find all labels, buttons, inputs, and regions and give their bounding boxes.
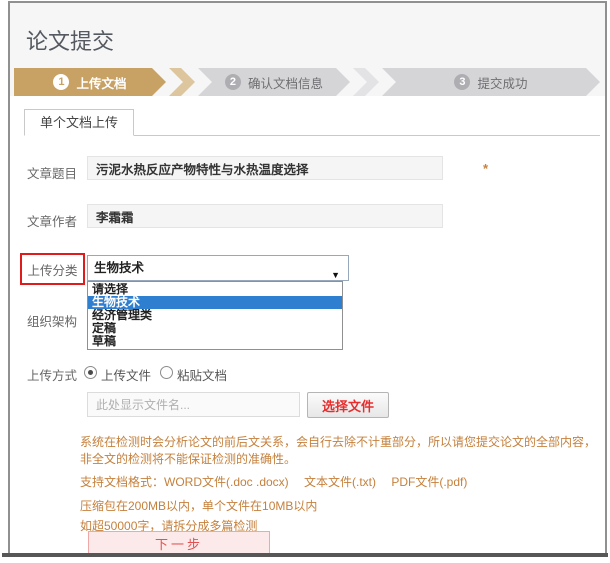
step-label: 上传文档	[76, 73, 126, 92]
step-label: 提交成功	[477, 73, 527, 92]
upload-category-label: 上传分类	[27, 260, 77, 279]
step-submit-success: 3 提交成功	[382, 68, 600, 96]
tab-single-document-upload[interactable]: 单个文档上传	[24, 109, 134, 136]
article-author-input[interactable]	[87, 204, 443, 228]
category-option[interactable]: 定稿	[88, 322, 342, 335]
bottom-edge-divider	[2, 553, 608, 557]
article-title-input[interactable]	[87, 156, 443, 180]
notice-line: 支持文档格式：WORD文件(.doc .docx) 文本文件(.txt) PDF…	[80, 474, 467, 491]
step-number-badge: 2	[225, 74, 241, 90]
category-option[interactable]: 请选择	[88, 283, 342, 296]
step-label: 确认文档信息	[248, 73, 323, 92]
article-author-label: 文章作者	[27, 211, 77, 230]
category-option[interactable]: 经济管理类	[88, 309, 342, 322]
radio-paste-document[interactable]	[160, 366, 173, 379]
selected-category-value: 生物技术	[94, 261, 144, 275]
category-option-highlighted[interactable]: 生物技术	[88, 296, 342, 309]
step-upload-document: 1 上传文档	[14, 68, 166, 96]
step-confirm-info: 2 确认文档信息	[198, 68, 350, 96]
chevron-separator-icon	[353, 68, 379, 96]
article-title-label: 文章题目	[27, 163, 77, 182]
upload-category-select[interactable]: 生物技术 ▼	[87, 255, 349, 281]
required-asterisk: *	[483, 161, 488, 176]
paper-submission-page: 论文提交 1 上传文档 2 确认文档信息 3 提交成功 单个文档上传 文章题目 …	[0, 0, 610, 563]
organization-label: 组织架构	[27, 311, 77, 330]
step-number-badge: 3	[454, 74, 470, 90]
next-step-button[interactable]: 下一步	[88, 531, 270, 555]
category-label-highlight-box: 上传分类	[20, 253, 85, 285]
category-dropdown-list: 请选择 生物技术 经济管理类 定稿 草稿	[87, 281, 343, 350]
choose-file-button[interactable]: 选择文件	[307, 392, 389, 418]
upload-method-label: 上传方式	[27, 365, 77, 384]
notice-line: 非全文的检测将不能保证检测的准确性。	[80, 451, 296, 468]
notice-line: 系统在检测时会分析论文的前后文关系，会自行去除不计重部分，所以请您提交论文的全部…	[80, 434, 596, 451]
progress-stepper: 1 上传文档 2 确认文档信息 3 提交成功	[14, 68, 600, 96]
radio-upload-file[interactable]	[84, 366, 97, 379]
category-option[interactable]: 草稿	[88, 335, 342, 348]
page-title: 论文提交	[26, 24, 114, 56]
radio-paste-document-label: 粘贴文档	[177, 365, 227, 384]
tab-bar: 单个文档上传	[24, 109, 600, 136]
file-name-input[interactable]	[87, 392, 300, 417]
chevron-separator-icon	[169, 68, 195, 96]
notice-line: 压缩包在200MB以内，单个文件在10MB以内	[80, 498, 317, 515]
step-number-badge: 1	[53, 74, 69, 90]
radio-upload-file-label: 上传文件	[101, 365, 151, 384]
